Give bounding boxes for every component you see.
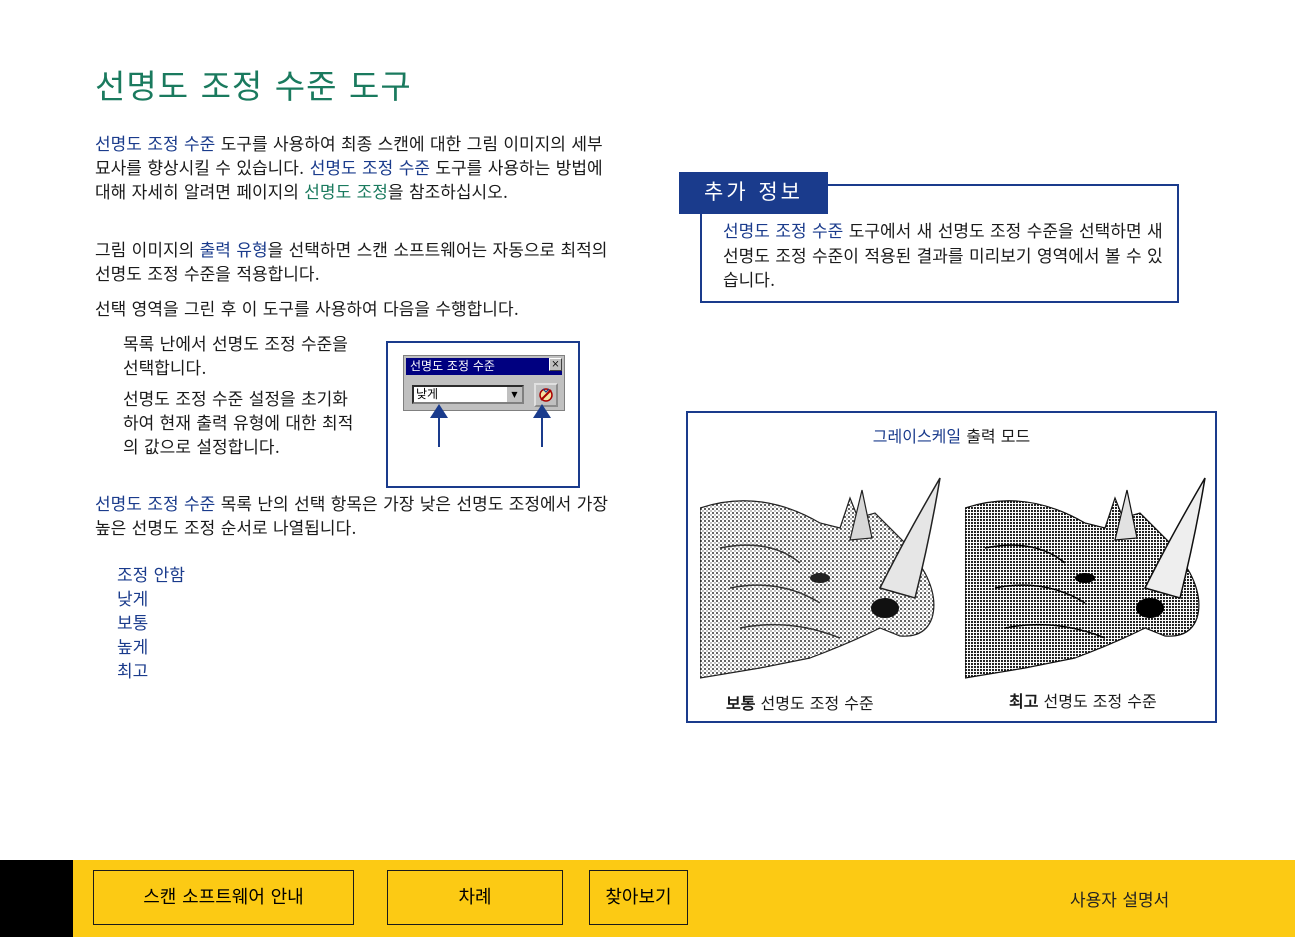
text: 선명도 조정 수준 [755,694,874,713]
bullet-select-level: 목록 난에서 선명도 조정 수준을 선택합니다. [123,335,348,379]
pointer-line [438,417,440,447]
keyword-sharpen-level: 선명도 조정 수준 [309,159,430,179]
pointer-arrow-icon [430,404,448,418]
info-text: 선명도 조정 수준 도구에서 새 선명도 조정 수준을 선택하면 새 선명도 조… [723,220,1168,294]
keyword-sharpen-level: 선명도 조정 수준 [95,135,216,155]
pointer-line [541,417,543,447]
level-item: 보통 [117,614,149,634]
index-button[interactable]: 찾아보기 [589,870,688,925]
usage-paragraph: 선택 영역을 그린 후 이 도구를 사용하여 다음을 수행합니다. [95,300,519,320]
pointer-arrow-icon [533,404,551,418]
keyword-sharpen-level: 선명도 조정 수준 [723,222,844,242]
chevron-down-icon[interactable]: ▼ [507,387,522,402]
info-box-tab: 추가 정보 [679,172,828,214]
text: 선명도 조정 수준 [1038,692,1157,711]
output-type-paragraph: 그림 이미지의 출력 유형을 선택하면 스캔 소프트웨어는 자동으로 최적의 선… [95,239,615,287]
intro-paragraph: 선명도 조정 수준 도구를 사용하여 최종 스캔에 대한 그림 이미지의 세부 … [95,133,615,205]
caption-normal: 보통 선명도 조정 수준 [726,690,874,714]
rhino-best-image [965,477,1206,679]
keyword-grayscale: 그레이스케일 [872,427,962,446]
level-item: 조정 안함 [117,566,185,586]
sharpen-level-select[interactable]: 낮게 ▼ [412,385,524,404]
level-item: 최고 [117,662,149,682]
close-icon[interactable]: × [549,358,562,371]
link-sharpen[interactable]: 선명도 조정 [304,183,388,203]
level-order-paragraph: 선명도 조정 수준 목록 난의 선택 항목은 가장 낮은 선명도 조정에서 가장… [95,493,615,541]
keyword-output-type: 출력 유형 [199,241,268,261]
bullet-reset-level: 선명도 조정 수준 설정을 초기화하여 현재 출력 유형에 대한 최적의 값으로… [123,390,354,458]
keyword-sharpen-level: 선명도 조정 수준 [95,495,216,515]
user-guide-label: 사용자 설명서 [1070,891,1170,911]
sharpen-toolbar-window: 선명도 조정 수준 × 낮게 ▼ [403,355,565,411]
text: 을 참조하십시오. [387,183,509,203]
level-item: 높게 [117,638,149,658]
footer-black-block [0,860,73,937]
caption-bold: 최고 [1009,692,1039,711]
level-item: 낮게 [117,590,149,610]
selected-value: 낮게 [416,387,439,401]
reset-icon [539,388,553,402]
text: 그림 이미지의 [95,241,200,261]
caption-best: 최고 선명도 조정 수준 [1009,688,1157,712]
page-title: 선명도 조정 수준 도구 [95,67,412,106]
figure-title: 그레이스케일 출력 모드 [686,423,1217,447]
toolbar-title: 선명도 조정 수준 [406,358,562,375]
text: 출력 모드 [961,427,1031,446]
caption-bold: 보통 [726,694,756,713]
rhino-normal-image [700,477,941,679]
scan-software-guide-button[interactable]: 스캔 소프트웨어 안내 [93,870,354,925]
contents-button[interactable]: 차례 [387,870,563,925]
